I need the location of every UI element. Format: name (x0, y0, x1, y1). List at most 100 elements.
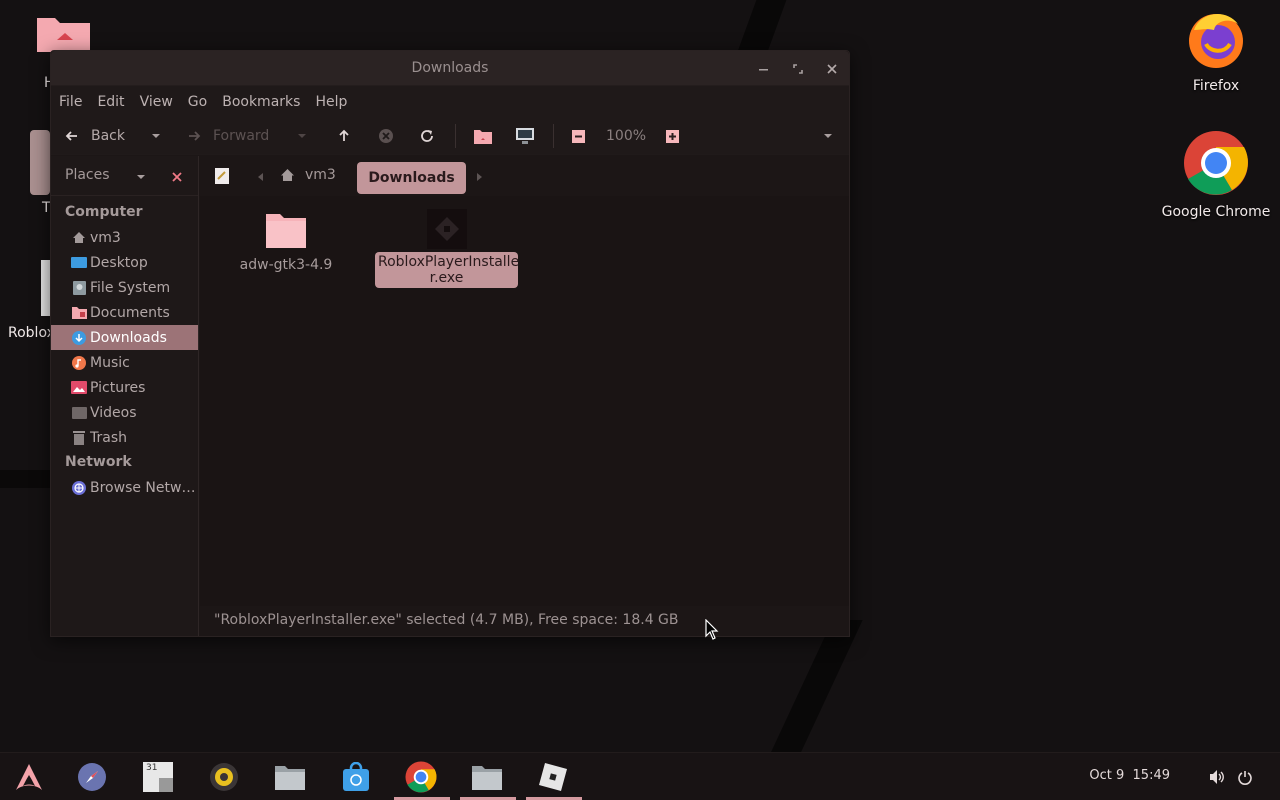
places-dropdown-label[interactable]: Places (65, 167, 110, 183)
forward-button[interactable]: Forward (187, 125, 269, 147)
chevron-down-icon (298, 134, 306, 138)
chrome-icon (405, 761, 437, 793)
sidebar-item-music[interactable]: Music (51, 350, 198, 375)
sidebar-item-downloads[interactable]: Downloads (51, 325, 198, 350)
home-folder-button[interactable] (473, 125, 493, 147)
up-button[interactable] (337, 125, 351, 147)
firefox-label: Firefox (1192, 78, 1240, 94)
minimize-button[interactable] (753, 58, 775, 80)
reload-button[interactable] (419, 125, 435, 147)
clock[interactable]: Oct 9 15:49 (1089, 768, 1170, 783)
sidebar-item-documents[interactable]: Documents (51, 300, 198, 325)
home-icon (71, 230, 87, 246)
menu-go[interactable]: Go (188, 94, 207, 110)
sidebar-item-pictures[interactable]: Pictures (51, 375, 198, 400)
power-icon (1238, 770, 1252, 785)
clock-time: 15:49 (1132, 768, 1170, 783)
file-item-folder[interactable]: adw-gtk3-4.9 (238, 211, 334, 273)
toolbar: Back Forward 100% (51, 118, 849, 155)
mouse-cursor-icon (705, 619, 719, 640)
zoom-out-button[interactable] (572, 125, 585, 147)
power-button[interactable] (1230, 761, 1260, 793)
taskbar-files-1[interactable] (274, 761, 306, 793)
edit-location-icon[interactable] (215, 168, 229, 184)
window-title: Downloads (411, 60, 489, 76)
menu-help[interactable]: Help (315, 94, 347, 110)
chevron-down-icon[interactable] (136, 172, 146, 182)
close-sidebar-icon[interactable] (172, 172, 182, 182)
taskbar-calendar[interactable]: 31 (142, 761, 174, 793)
file-item-roblox-installer[interactable]: RobloxPlayerInstalle r.exe (375, 209, 519, 288)
sidebar-item-label: vm3 (90, 229, 121, 246)
zoom-in-button[interactable] (666, 125, 679, 147)
exe-file-icon (426, 209, 467, 249)
sidebar-item-vm3[interactable]: vm3 (51, 225, 198, 250)
app-menu-button[interactable] (13, 761, 45, 793)
menu-edit[interactable]: Edit (97, 94, 124, 110)
calendar-icon: 31 (143, 762, 173, 792)
breadcrumb-next-icon[interactable] (475, 172, 483, 182)
back-label: Back (91, 128, 125, 144)
breadcrumb-prev-icon[interactable] (257, 172, 265, 182)
back-button[interactable]: Back (65, 125, 125, 147)
volume-button[interactable] (1202, 761, 1232, 793)
desktop-trash-icon[interactable] (30, 130, 50, 195)
chrome-label: Google Chrome (1161, 204, 1271, 220)
sidebar-item-trash[interactable]: Trash (51, 425, 198, 450)
drive-icon (71, 280, 87, 296)
taskbar-web-browser[interactable] (76, 761, 108, 793)
sidebar-item-videos[interactable]: Videos (51, 400, 198, 425)
zoom-in-icon (666, 129, 679, 143)
arch-logo-icon (16, 764, 42, 790)
sidebar-item-desktop[interactable]: Desktop (51, 250, 198, 275)
desktop-google-chrome[interactable]: Google Chrome (1160, 130, 1272, 220)
toolbar-overflow-button[interactable] (823, 125, 833, 147)
menu-view[interactable]: View (140, 94, 173, 110)
breadcrumb-home-label: vm3 (305, 167, 336, 183)
download-icon (71, 330, 87, 346)
taskbar-roblox[interactable] (537, 761, 569, 793)
sidebar-item-file-system[interactable]: File System (51, 275, 198, 300)
desktop-home-folder-icon[interactable] (35, 12, 93, 54)
pictures-icon (71, 380, 87, 396)
titlebar[interactable]: Downloads (51, 51, 849, 86)
sidebar-item-label: Trash (90, 429, 127, 446)
back-history-dropdown[interactable] (151, 125, 161, 147)
folder-icon (266, 214, 306, 248)
computer-button[interactable] (515, 125, 535, 147)
sidebar-header: Places (51, 156, 198, 196)
breadcrumb-current-label: Downloads (368, 170, 455, 186)
chevron-down-icon (152, 134, 160, 138)
store-bag-icon (343, 762, 369, 791)
breadcrumb-home[interactable]: vm3 (280, 167, 336, 183)
menu-bookmarks[interactable]: Bookmarks (222, 94, 300, 110)
taskbar-files-2[interactable] (471, 761, 503, 793)
zoom-level: 100% (606, 128, 647, 144)
file-view[interactable]: adw-gtk3-4.9 RobloxPlayerInstalle r.exe (200, 196, 849, 606)
maximize-icon (793, 64, 803, 74)
network-icon (71, 480, 87, 496)
desktop-firefox[interactable]: Firefox (1180, 8, 1252, 94)
clock-date: Oct 9 (1089, 768, 1125, 783)
taskbar-software-store[interactable] (340, 761, 372, 793)
menu-file[interactable]: File (59, 94, 82, 110)
chevron-down-icon (824, 134, 832, 138)
forward-history-dropdown[interactable] (297, 125, 307, 147)
compass-icon (78, 763, 106, 791)
sidebar-item-browse-network[interactable]: Browse Netw… (51, 475, 198, 500)
status-bar: "RobloxPlayerInstaller.exe" selected (4.… (200, 606, 849, 636)
location-bar: vm3 Downloads (200, 156, 849, 196)
chrome-icon (1183, 130, 1249, 200)
file-manager-icon (472, 766, 502, 790)
sidebar-section-computer: Computer (65, 204, 143, 220)
close-icon (827, 64, 837, 74)
taskbar-music-player[interactable] (208, 761, 240, 793)
breadcrumb-current[interactable]: Downloads (357, 162, 466, 194)
stop-icon (379, 129, 393, 143)
desktop-icon (71, 255, 87, 271)
taskbar-chrome[interactable] (405, 761, 437, 793)
home-icon (281, 169, 294, 181)
maximize-button[interactable] (787, 58, 809, 80)
close-button[interactable] (821, 58, 843, 80)
stop-button[interactable] (378, 125, 394, 147)
